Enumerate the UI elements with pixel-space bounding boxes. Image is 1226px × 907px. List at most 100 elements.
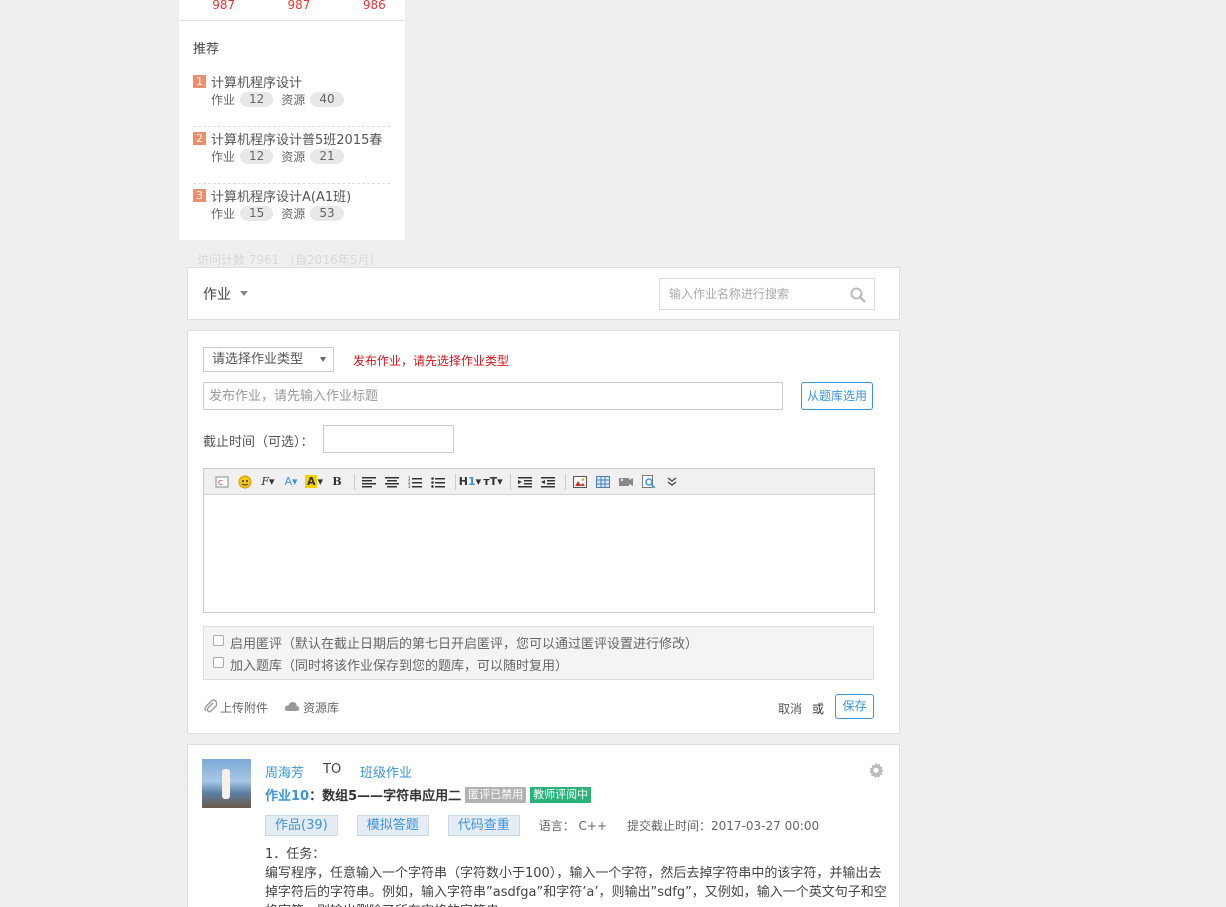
code-check-button[interactable]: 代码查重 xyxy=(447,815,520,836)
anonymous-review-option[interactable]: 启用匿评（默认在截止日期后的第七日开启匿评，您可以通过匿评设置进行修改） xyxy=(213,631,873,653)
search-box xyxy=(659,278,875,310)
anonymous-review-checkbox[interactable] xyxy=(213,635,224,646)
svg-text:C: C xyxy=(218,479,223,487)
editor-toolbar: C F▾ A▾ A ▾ B 123 H 1 ▾ тT▾ xyxy=(204,469,874,495)
cloud-icon xyxy=(284,701,300,715)
deadline-info: 提交截止时间：2017-03-27 00:00 xyxy=(627,819,820,833)
homework-title[interactable]: 作业10 ： 数组5——字符串应用二 匿评已禁用 教师评阅中 xyxy=(265,785,592,804)
unordered-list-icon[interactable] xyxy=(428,473,448,491)
desc-line: 1．任务： xyxy=(265,847,326,862)
svg-text:3: 3 xyxy=(408,484,411,488)
course-link[interactable]: 计算机程序设计 xyxy=(211,72,302,91)
chevron-down-icon xyxy=(320,357,326,362)
search-icon[interactable] xyxy=(850,287,866,307)
stat-value: 986 xyxy=(362,0,386,12)
homework-title-input[interactable] xyxy=(204,383,782,409)
caret-down-icon[interactable] xyxy=(240,291,248,296)
hw-count: 12 xyxy=(240,92,274,107)
options-panel: 启用匿评（默认在截止日期后的第七日开启匿评，您可以通过匿评设置进行修改） 加入题… xyxy=(203,626,874,680)
insert-table-icon[interactable] xyxy=(593,473,613,491)
title-colon: ： xyxy=(309,789,323,804)
homework-header: 作业 xyxy=(187,267,900,320)
stats-row: 987 987 986 xyxy=(179,0,405,21)
add-to-bank-option[interactable]: 加入题库（同时将该作业保存到您的题库，可以随时复用） xyxy=(213,653,873,675)
ordered-list-icon[interactable]: 123 xyxy=(405,473,425,491)
more-chevron-icon[interactable] xyxy=(662,473,682,491)
homework-title-dropdown[interactable]: 作业 xyxy=(203,284,231,304)
insert-image-icon[interactable] xyxy=(570,473,590,491)
anonymous-review-label: 启用匿评（默认在截止日期后的第七日开启匿评，您可以通过匿评设置进行修改） xyxy=(230,636,699,652)
preview-icon[interactable] xyxy=(639,473,659,491)
indent-icon[interactable] xyxy=(515,473,535,491)
rank-badge: 3 xyxy=(193,188,206,202)
highlight-color-icon[interactable]: A ▾ xyxy=(304,473,324,491)
publish-hint: 发布作业，请先选择作业类型 xyxy=(353,354,510,368)
toolbar-separator xyxy=(455,473,456,490)
align-left-icon[interactable] xyxy=(359,473,379,491)
gear-icon[interactable] xyxy=(868,762,884,782)
hw-label: 作业 xyxy=(211,93,236,107)
hw-count: 15 xyxy=(240,206,274,221)
homework-type-select[interactable]: 请选择作业类型 xyxy=(203,347,334,372)
status-badge-disabled: 匿评已禁用 xyxy=(465,786,527,803)
recommend-item[interactable]: 3 计算机程序设计A(A1班) 作业 15 资源 53 xyxy=(193,184,390,241)
source-code-icon[interactable]: C xyxy=(212,473,232,491)
deadline-input[interactable] xyxy=(323,425,454,453)
recommend-item[interactable]: 2 计算机程序设计普5班2015春 作业 12 资源 21 xyxy=(193,127,390,184)
recommend-card: 987 987 986 推荐 1 计算机程序设计 作业 12 资源 40 2 计… xyxy=(179,0,405,240)
search-input[interactable] xyxy=(660,279,840,309)
homework-actions: 作品(39) 模拟答题 代码查重 语言： C++ 提交截止时间：2017-03-… xyxy=(265,815,819,836)
deadline-label: 截止时间（可选）： xyxy=(203,435,314,450)
res-count: 53 xyxy=(310,206,344,221)
res-label: 资源 xyxy=(281,93,306,107)
recommend-title: 推荐 xyxy=(193,42,220,57)
toolbar-separator xyxy=(510,473,511,490)
language-info: 语言： C++ xyxy=(538,819,608,833)
cancel-button[interactable]: 取消 xyxy=(778,700,802,717)
bold-icon[interactable]: B xyxy=(327,473,347,491)
paperclip-icon xyxy=(203,699,218,716)
font-family-icon[interactable]: F▾ xyxy=(258,473,278,491)
hw-label: 作业 xyxy=(211,207,236,221)
hw-count: 12 xyxy=(240,149,274,164)
homework-name[interactable]: 数组5——字符串应用二 xyxy=(322,785,461,804)
simulate-answer-button[interactable]: 模拟答题 xyxy=(356,815,429,836)
visit-counter: 访问计数 7961 （自2016年5月） xyxy=(197,253,382,267)
stat-value: 987 xyxy=(287,0,311,12)
insert-media-icon[interactable] xyxy=(616,473,636,491)
emoji-icon[interactable] xyxy=(235,473,255,491)
font-size-icon[interactable]: тT▾ xyxy=(483,473,503,491)
font-color-icon[interactable]: A▾ xyxy=(281,473,301,491)
recommend-item[interactable]: 1 计算机程序设计 作业 12 资源 40 xyxy=(193,70,390,127)
title-input-wrap xyxy=(203,382,783,410)
align-center-icon[interactable] xyxy=(382,473,402,491)
course-link[interactable]: 计算机程序设计普5班2015春 xyxy=(211,129,382,148)
add-to-bank-checkbox[interactable] xyxy=(213,657,224,668)
add-to-bank-label: 加入题库（同时将该作业保存到您的题库，可以随时复用） xyxy=(230,658,569,674)
toolbar-separator xyxy=(354,473,355,490)
editor-content-area[interactable] xyxy=(204,495,874,612)
upload-attachment-button[interactable]: 上传附件 xyxy=(203,699,268,716)
res-label: 资源 xyxy=(281,207,306,221)
heading-icon[interactable]: H 1 ▾ xyxy=(459,473,481,491)
avatar[interactable] xyxy=(202,759,251,808)
author-link[interactable]: 周海芳 xyxy=(265,762,304,781)
select-value: 请选择作业类型 xyxy=(212,352,304,367)
res-label: 资源 xyxy=(281,150,306,164)
homework-item: 周海芳 TO 班级作业 作业10 ： 数组5——字符串应用二 匿评已禁用 教师评… xyxy=(187,744,900,907)
outdent-icon[interactable] xyxy=(538,473,558,491)
homework-number[interactable]: 作业10 xyxy=(265,785,309,804)
select-from-bank-button[interactable]: 从题库选用 xyxy=(801,382,873,410)
homework-description: 1．任务： 编写程序，任意输入一个字符串（字符数小于100），输入一个字符，然后… xyxy=(265,845,889,907)
avatar-figure xyxy=(222,769,230,799)
course-link[interactable]: 计算机程序设计A(A1班) xyxy=(211,186,351,205)
works-button[interactable]: 作品(39) xyxy=(265,815,338,836)
resource-library-button[interactable]: 资源库 xyxy=(284,699,339,716)
toolbar-separator xyxy=(565,473,566,490)
rich-text-editor: C F▾ A▾ A ▾ B 123 H 1 ▾ тT▾ xyxy=(203,468,875,613)
save-button[interactable]: 保存 xyxy=(835,694,874,719)
hw-label: 作业 xyxy=(211,150,236,164)
stat-value: 987 xyxy=(212,0,236,12)
publish-form: 请选择作业类型 发布作业，请先选择作业类型 从题库选用 截止时间（可选）： C … xyxy=(187,330,900,734)
class-link[interactable]: 班级作业 xyxy=(360,762,412,781)
